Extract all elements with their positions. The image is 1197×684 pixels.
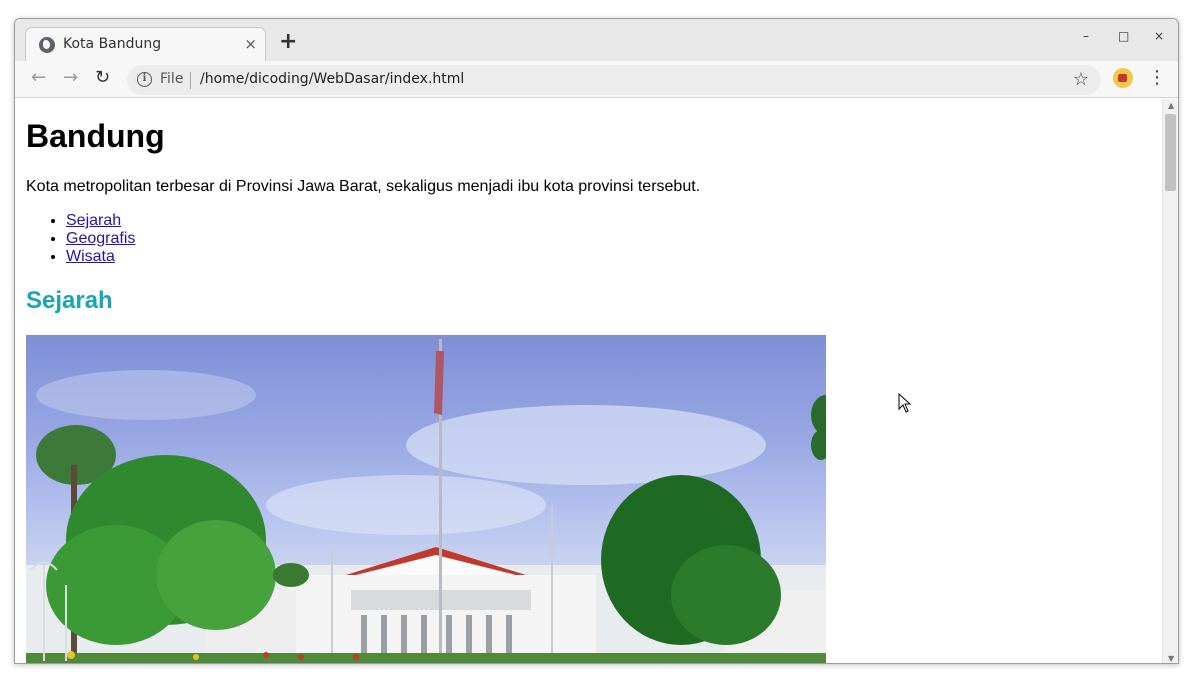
page-title: Bandung — [26, 118, 165, 154]
section-heading: Sejarah — [26, 287, 113, 314]
link-wisata[interactable]: Wisata — [66, 248, 115, 265]
globe-icon — [39, 37, 55, 53]
extension-icon[interactable] — [1113, 68, 1133, 88]
minimize-button[interactable]: – — [1083, 29, 1089, 43]
tab-kota-bandung[interactable]: Kota Bandung × — [25, 27, 266, 61]
list-item: Wisata — [66, 248, 135, 266]
browser-toolbar: ← → ↻ i File /home/dicoding/WebDasar/ind… — [15, 61, 1178, 98]
star-icon[interactable]: ☆ — [1073, 69, 1089, 90]
maximize-button[interactable]: □ — [1118, 29, 1129, 43]
mouse-cursor-icon — [898, 393, 912, 413]
close-window-button[interactable]: × — [1154, 29, 1164, 43]
list-item: Geografis — [66, 230, 135, 248]
new-tab-button[interactable]: + — [279, 31, 297, 53]
url-text[interactable]: /home/dicoding/WebDasar/index.html — [200, 71, 464, 87]
scroll-up-icon[interactable]: ▲ — [1168, 101, 1174, 110]
list-item: Sejarah — [66, 212, 135, 230]
info-icon[interactable]: i — [137, 72, 152, 87]
link-geografis[interactable]: Geografis — [66, 230, 135, 247]
close-tab-icon[interactable]: × — [244, 35, 257, 53]
scroll-down-icon[interactable]: ▼ — [1168, 654, 1174, 663]
address-bar[interactable]: i File /home/dicoding/WebDasar/index.htm… — [127, 65, 1101, 95]
browser-window: Kota Bandung × + – □ × ← → ↻ i File /hom… — [14, 18, 1179, 664]
nav-list: Sejarah Geografis Wisata — [66, 212, 135, 266]
tab-title: Kota Bandung — [63, 36, 162, 52]
page-viewport: Bandung Kota metropolitan terbesar di Pr… — [15, 99, 1162, 663]
divider — [190, 72, 191, 89]
back-icon[interactable]: ← — [31, 68, 46, 88]
scrollbar-thumb[interactable] — [1165, 114, 1176, 191]
menu-icon[interactable]: ⋮ — [1148, 67, 1166, 89]
link-sejarah[interactable]: Sejarah — [66, 212, 121, 229]
gedung-sate-photo — [26, 335, 826, 663]
reload-icon[interactable]: ↻ — [95, 68, 110, 88]
forward-icon[interactable]: → — [63, 68, 78, 88]
vertical-scrollbar[interactable]: ▲ ▼ — [1162, 99, 1178, 663]
scheme-label: File — [160, 71, 184, 87]
tab-strip: Kota Bandung × + – □ × — [15, 19, 1178, 61]
intro-paragraph: Kota metropolitan terbesar di Provinsi J… — [26, 178, 701, 195]
